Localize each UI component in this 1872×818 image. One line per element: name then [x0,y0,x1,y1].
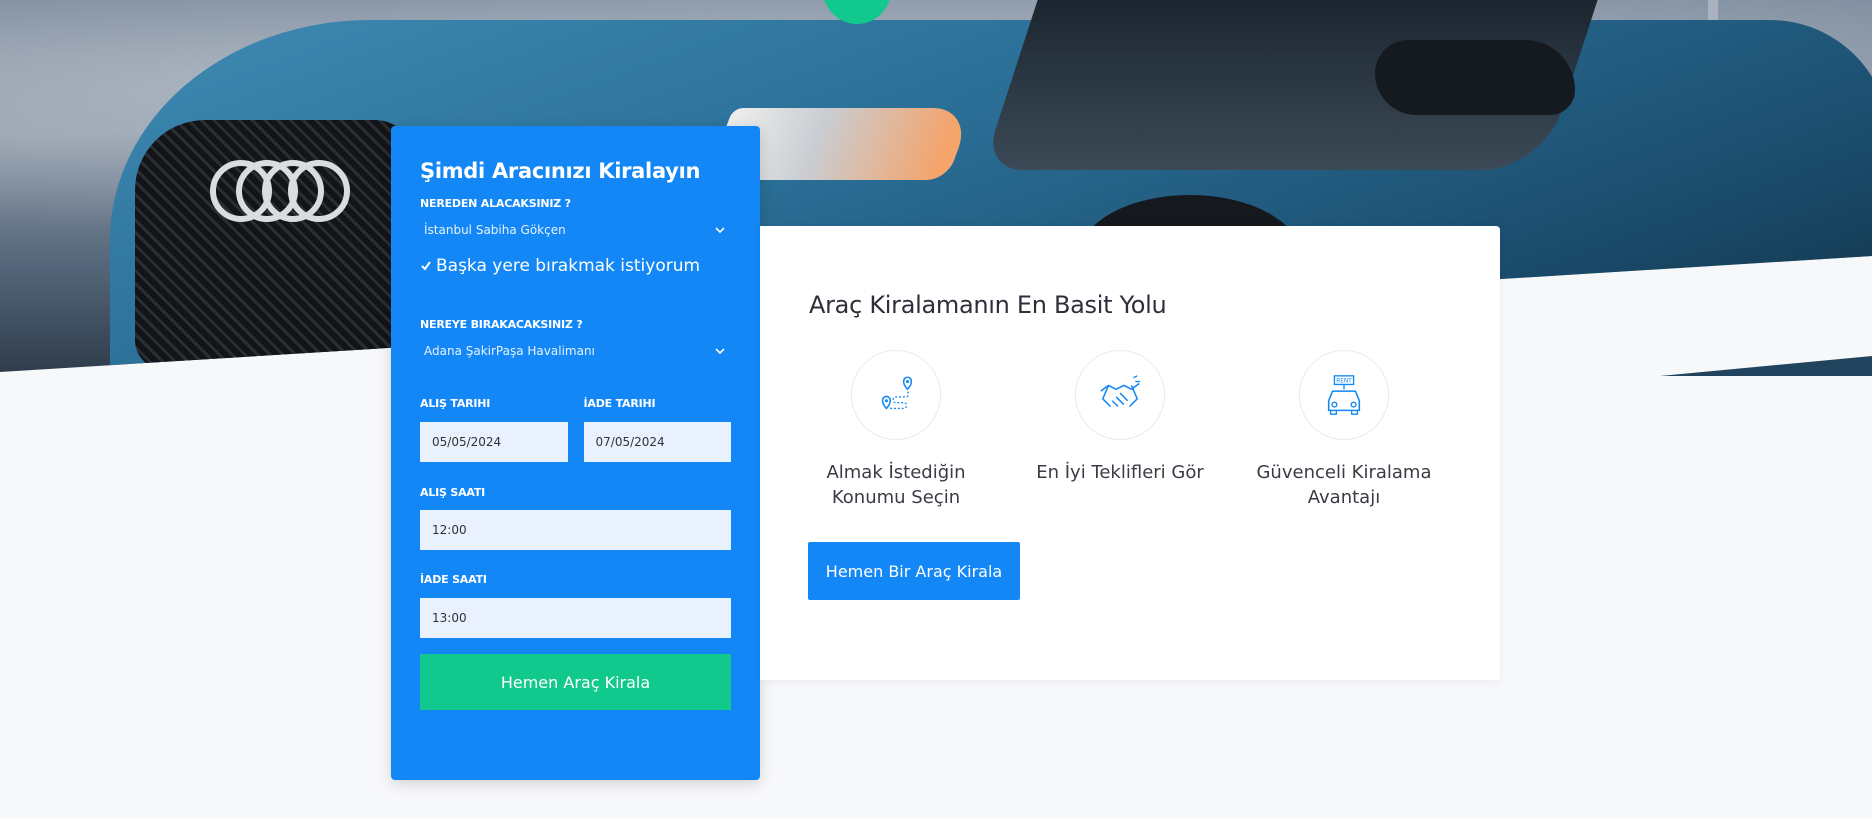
car-grille [135,120,415,370]
feature-secure-line2: Avantajı [1307,487,1381,508]
location-route-icon [881,376,913,410]
return-time-label: İADE SAATI [420,573,487,586]
return-time-input[interactable]: 13:00 [420,598,731,638]
chevron-down-icon [713,344,727,358]
pickup-location-select[interactable]: İstanbul Sabiha Gökçen [420,214,731,246]
return-date-input[interactable]: 07/05/2024 [583,422,731,462]
feature-icon-circle: RENT [1299,350,1389,440]
car-logo-rings [210,160,350,230]
pickup-location-label: NEREDEN ALACAKSINIZ ? [420,197,571,210]
dropoff-location-label: NEREYE BIRAKACAKSINIZ ? [420,318,583,331]
rental-form: Şimdi Aracınızı Kiralayın NEREDEN ALACAK… [391,126,760,780]
feature-offers-line1: En İyi Teklifleri Gör [1036,462,1204,483]
dropoff-location-value: Adana ŞakirPaşa Havalimanı [424,344,595,358]
feature-location: Almak İstediğin Konumu Seçin [806,350,986,510]
checkmark-icon [420,260,432,272]
form-title: Şimdi Aracınızı Kiralayın [420,159,701,183]
pickup-time-label: ALIŞ SAATI [420,486,486,499]
feature-secure-line1: Güvenceli Kiralama [1256,462,1432,483]
decorative-stripe [1660,356,1872,376]
feature-location-line2: Konumu Seçin [831,487,961,508]
dropoff-location-select[interactable]: Adana ŞakirPaşa Havalimanı [420,335,731,367]
different-dropoff-checkbox[interactable]: Başka yere bırakmak istiyorum [420,256,731,276]
pickup-date-input[interactable]: 05/05/2024 [420,422,568,462]
rent-now-button[interactable]: Hemen Araç Kirala [420,654,731,710]
handshake-icon [1100,375,1141,408]
pickup-location-value: İstanbul Sabiha Gökçen [424,223,566,237]
different-dropoff-label: Başka yere bırakmak istiyorum [436,256,701,276]
pickup-date-label: ALIŞ TARIHI [420,397,491,410]
return-date-label: İADE TARIHI [583,397,656,410]
info-title: Araç Kiralamanın En Basit Yolu [809,291,1167,319]
chevron-down-icon [713,223,727,237]
rent-a-car-cta-button[interactable]: Hemen Bir Araç Kirala [808,542,1020,600]
feature-location-line1: Almak İstediğin [826,462,966,483]
car-mirror [1375,40,1575,115]
rent-car-icon: RENT [1327,375,1361,415]
info-card: Araç Kiralamanın En Basit Yolu Almak İst… [760,226,1500,680]
feature-icon-circle [1075,350,1165,440]
feature-secure: RENT Güvenceli Kiralama Avantajı [1254,350,1434,510]
pickup-time-input[interactable]: 12:00 [420,510,731,550]
feature-offers: En İyi Teklifleri Gör [1030,350,1210,485]
feature-icon-circle [851,350,941,440]
svg-text:RENT: RENT [1336,379,1352,385]
